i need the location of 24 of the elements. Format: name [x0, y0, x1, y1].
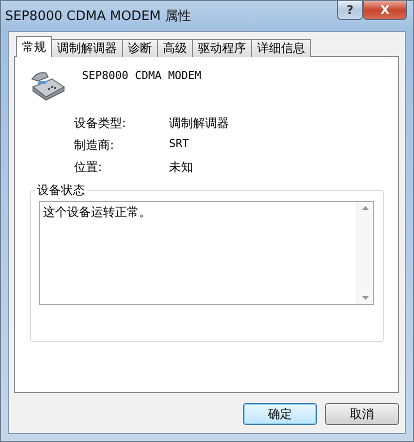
cancel-button[interactable]: 取消 [325, 403, 399, 425]
help-button[interactable]: ? [337, 1, 363, 20]
status-text: 这个设备运转正常。 [42, 204, 152, 221]
tab[interactable]: 高级 [157, 39, 193, 57]
tab[interactable]: 驱动程序 [192, 39, 252, 57]
ok-button[interactable]: 确定 [243, 403, 317, 425]
tab[interactable]: 诊断 [122, 39, 158, 57]
property-value: 调制解调器 [169, 115, 230, 132]
property-value: SRT [169, 137, 190, 152]
scroll-up-icon[interactable] [362, 206, 368, 210]
property-label: 位置: [74, 159, 104, 176]
close-button[interactable]: X [363, 1, 407, 20]
tab[interactable]: 详细信息 [251, 39, 311, 57]
property-label: 设备类型: [74, 115, 128, 132]
property-label: 制造商: [74, 137, 116, 154]
scrollbar[interactable] [356, 202, 373, 304]
tab[interactable]: 调制解调器 [51, 39, 123, 57]
group-title: 设备状态 [36, 182, 86, 199]
window-title: SEP8000 CDMA MODEM 属性 [5, 8, 191, 25]
scroll-down-icon[interactable] [362, 296, 368, 300]
property-value: 未知 [169, 159, 194, 176]
status-text-area[interactable]: 这个设备运转正常。 [39, 201, 374, 305]
device-name: SEP8000 CDMA MODEM [82, 69, 202, 82]
tab[interactable]: 常规 [16, 36, 52, 57]
